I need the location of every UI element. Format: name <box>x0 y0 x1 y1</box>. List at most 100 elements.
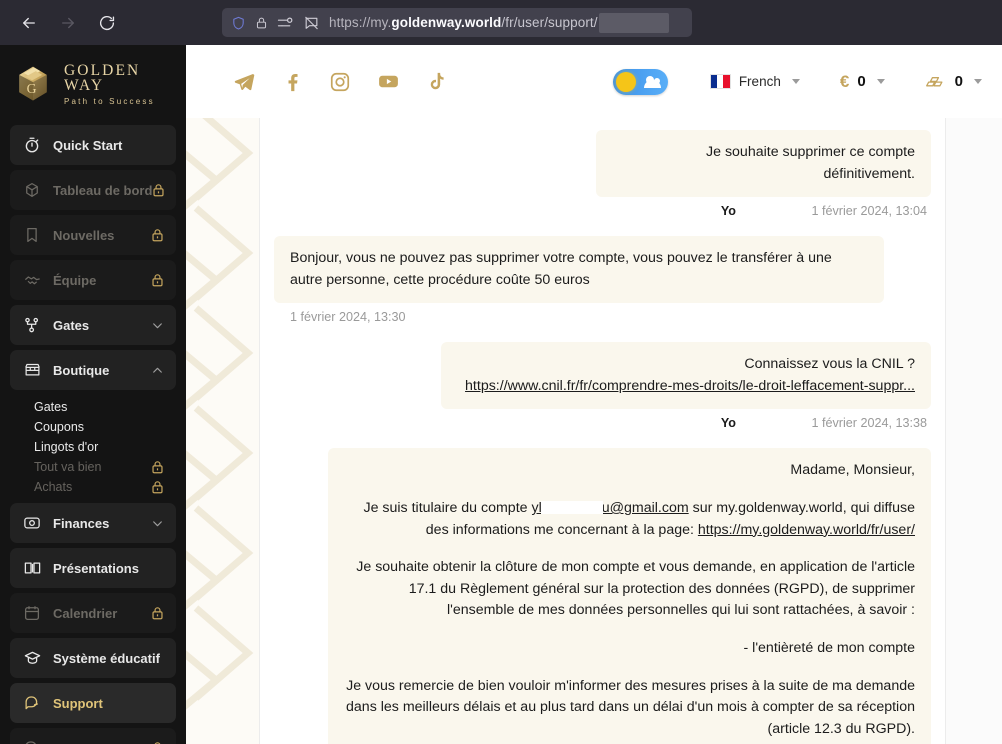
submenu-item-lingots-dor[interactable]: Lingots d'or <box>10 437 176 457</box>
letter-profile-link[interactable]: https://my.goldenway.world/fr/user/ <box>698 522 915 538</box>
brand-subtitle: Path to Success <box>64 96 155 106</box>
message-item: Connaissez vous la CNIL ? https://www.cn… <box>274 342 931 444</box>
sidebar-item-boutique[interactable]: Boutique <box>10 350 176 390</box>
sidebar-item-equipe[interactable]: Équipe <box>10 260 176 300</box>
message-bubble: Bonjour, vous ne pouvez pas supprimer vo… <box>274 236 884 304</box>
submenu-item-label: Tout va bien <box>34 460 102 474</box>
brand-logo-text: GOLDEN WAY Path to Success <box>64 62 186 106</box>
chevron-up-icon <box>151 364 164 377</box>
sidebar-item-systeme-educatif[interactable]: Système éducatif <box>10 638 176 678</box>
balance-indicator[interactable]: € 0 <box>840 73 885 90</box>
calendar-icon <box>22 603 42 623</box>
handshake-icon <box>22 270 42 290</box>
telegram-icon[interactable] <box>232 70 256 94</box>
submenu-item-gates[interactable]: Gates <box>10 397 176 417</box>
content-right-rail <box>946 118 1002 744</box>
youtube-icon[interactable] <box>376 70 400 94</box>
browser-toolbar: https://my. goldenway.world/fr/user/suppo… <box>0 0 1002 45</box>
french-flag-icon <box>709 74 731 89</box>
submenu-item-label: Coupons <box>34 420 85 434</box>
book-open-icon <box>22 558 42 578</box>
gold-indicator[interactable]: 0 <box>925 73 982 90</box>
decorative-pattern <box>186 118 259 744</box>
brand-logo[interactable]: G GOLDEN WAY Path to Success <box>0 45 186 117</box>
instagram-icon[interactable] <box>328 70 352 94</box>
chevron-down-icon <box>876 79 885 84</box>
message-bubble: Je souhaite supprimer ce compte définiti… <box>596 130 931 198</box>
message-author: Yo <box>720 204 736 219</box>
social-links <box>232 70 448 94</box>
sidebar-item-support[interactable]: Support <box>10 683 176 723</box>
message-item: Madame, Monsieur, Je suis titulaire du c… <box>274 448 931 744</box>
message-text: Connaissez vous la CNIL ? <box>744 356 915 373</box>
sidebar-item-gates[interactable]: Gates <box>10 305 176 345</box>
sidebar-item-tableau-de-bord[interactable]: Tableau de bord <box>10 170 176 210</box>
stopwatch-icon <box>22 135 42 155</box>
letter-paragraph-4: Je vous remercie de bien vouloir m'infor… <box>346 677 915 737</box>
browser-window: https://my. goldenway.world/fr/user/suppo… <box>0 0 1002 744</box>
shield-icon[interactable] <box>231 15 246 31</box>
address-bar[interactable]: https://my. goldenway.world/fr/user/suppo… <box>222 8 692 37</box>
padlock-icon[interactable] <box>255 15 268 31</box>
language-selector[interactable]: French <box>709 74 800 89</box>
forward-button[interactable] <box>55 10 81 36</box>
email-redaction <box>540 500 603 514</box>
letter-paragraph-1: Je suis titulaire du compte yl u@gmail.co… <box>344 498 916 541</box>
message-timestamp: 1 février 2024, 13:04 <box>811 204 927 219</box>
sidebar-item-label: FAQ <box>53 741 151 744</box>
euro-icon: € <box>839 72 850 91</box>
lock-icon <box>152 183 165 198</box>
letter-paragraph-3: - l'entièreté de mon compte <box>743 639 915 656</box>
sidebar-item-label: Équipe <box>53 272 97 288</box>
message-author: Yo <box>720 416 736 431</box>
tiktok-icon[interactable] <box>424 70 448 94</box>
message-timestamp: 1 février 2024, 13:38 <box>811 416 927 431</box>
permissions-icon[interactable] <box>277 16 294 30</box>
submenu-item-tout-va-bien[interactable]: Tout va bien <box>10 457 176 477</box>
chevron-down-icon <box>791 79 800 84</box>
message-text: Bonjour, vous ne pouvez pas supprimer vo… <box>290 250 832 288</box>
reload-button[interactable] <box>94 10 120 36</box>
cloud-icon <box>643 75 661 88</box>
sidebar-item-calendrier[interactable]: Calendrier <box>10 593 176 633</box>
sidebar-item-quick-start[interactable]: Quick Start <box>10 125 176 165</box>
letter-paragraph-2: Je souhaite obtenir la clôture de mon co… <box>356 559 915 619</box>
sidebar-item-faq[interactable]: FAQ <box>10 728 176 744</box>
svg-text:G: G <box>27 81 37 96</box>
url-path: /fr/user/support/ <box>501 15 598 30</box>
sidebar-item-nouvelles[interactable]: Nouvelles <box>10 215 176 255</box>
graduation-cap-icon <box>22 648 42 668</box>
sidebar-item-label: Support <box>53 695 103 711</box>
balance-value: 0 <box>857 73 866 90</box>
chevron-down-icon <box>151 517 164 530</box>
facebook-icon[interactable] <box>280 70 304 94</box>
lock-icon <box>151 273 164 288</box>
submenu-item-coupons[interactable]: Coupons <box>10 417 176 437</box>
sun-icon <box>615 71 636 92</box>
goldenway-cube-logo-icon: G <box>11 62 55 106</box>
url-text: https://my. goldenway.world/fr/user/suppo… <box>329 12 669 33</box>
sidebar-item-label: Tableau de bord <box>53 182 153 198</box>
lock-icon <box>151 228 164 243</box>
submenu-item-achats[interactable]: Achats <box>10 477 176 497</box>
store-icon <box>22 360 42 380</box>
sidebar-item-label: Quick Start <box>53 137 123 153</box>
navigation-buttons <box>10 10 120 36</box>
network-nodes-icon <box>22 315 42 335</box>
message-bubble-letter: Madame, Monsieur, Je suis titulaire du c… <box>328 448 931 744</box>
tracker-blocked-icon[interactable] <box>303 15 320 31</box>
message-bubble: Connaissez vous la CNIL ? https://www.cn… <box>441 342 931 410</box>
sidebar-item-finances[interactable]: Finances <box>10 503 176 543</box>
sidebar-item-presentations[interactable]: Présentations <box>10 548 176 588</box>
message-item: Je souhaite supprimer ce compte définiti… <box>274 130 931 232</box>
theme-toggle[interactable] <box>612 68 668 95</box>
lock-icon <box>151 741 164 744</box>
header-controls: French € 0 0 <box>612 68 988 95</box>
back-button[interactable] <box>16 10 42 36</box>
message-link[interactable]: https://www.cnil.fr/fr/comprendre-mes-dr… <box>457 376 915 398</box>
chat-bubble-icon <box>22 693 42 713</box>
language-label: French <box>738 74 781 89</box>
sidebar-item-label: Gates <box>53 317 90 333</box>
url-redaction <box>598 12 669 33</box>
support-chat-area: Je souhaite supprimer ce compte définiti… <box>186 118 1002 744</box>
